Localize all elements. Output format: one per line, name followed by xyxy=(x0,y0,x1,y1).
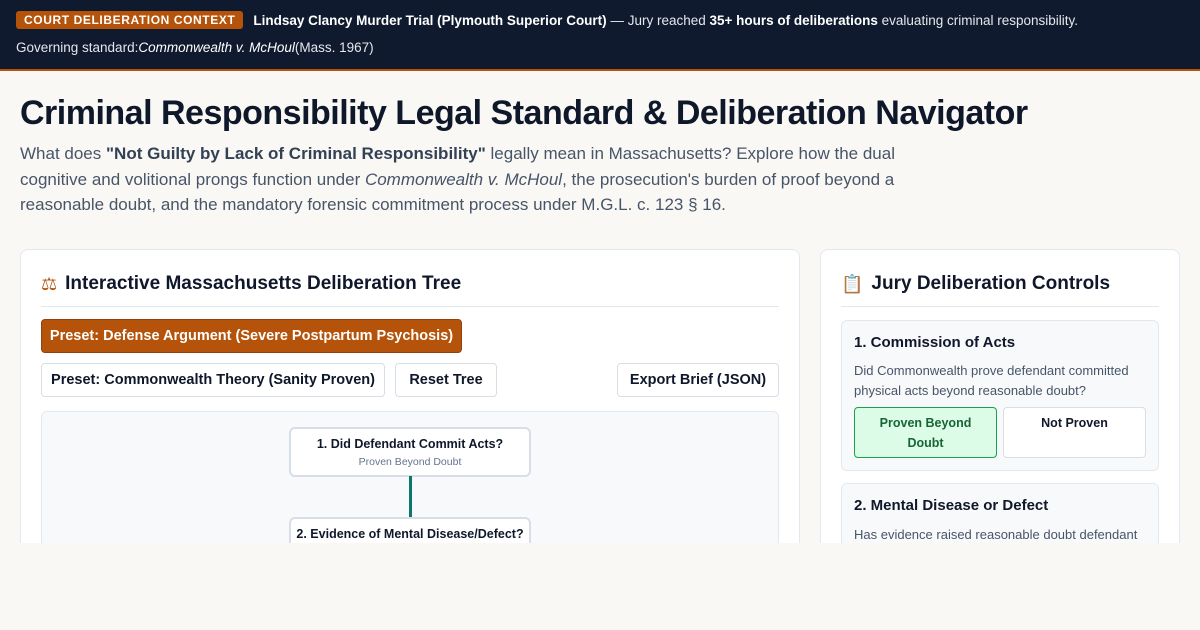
jury-controls-panel: 📋 Jury Deliberation Controls 1. Commissi… xyxy=(820,249,1180,603)
tree-node-acts[interactable]: 1. Did Defendant Commit Acts? Proven Bey… xyxy=(289,427,531,477)
reset-tree-button[interactable]: Reset Tree xyxy=(395,363,497,397)
tree-panel-header: ⚖ Interactive Massachusetts Deliberation… xyxy=(41,270,779,307)
page-title: Criminal Responsibility Legal Standard &… xyxy=(20,94,1028,132)
question-commission-of-acts: 1. Commission of Acts Did Commonwealth p… xyxy=(841,320,1159,471)
export-brief-button[interactable]: Export Brief (JSON) xyxy=(617,363,779,397)
tree-panel-title: Interactive Massachusetts Deliberation T… xyxy=(65,273,462,294)
context-badge: COURT DELIBERATION CONTEXT xyxy=(16,11,244,29)
controls-panel-title: Jury Deliberation Controls xyxy=(871,273,1111,294)
tree-connector xyxy=(409,476,412,518)
not-proven-option[interactable]: Not Proven xyxy=(1003,407,1146,458)
standard-case: Commonwealth v. McHoul xyxy=(138,39,295,55)
tree-node-status: Proven Beyond Doubt xyxy=(358,456,462,468)
context-banner: COURT DELIBERATION CONTEXT Lindsay Clanc… xyxy=(0,0,1200,71)
page-bottom-area xyxy=(0,543,1200,630)
deliberation-hours: 35+ hours of deliberations xyxy=(709,12,878,28)
proven-beyond-doubt-option[interactable]: Proven Beyond Doubt xyxy=(854,407,997,458)
trial-title: Lindsay Clancy Murder Trial (Plymouth Su… xyxy=(253,12,607,28)
preset-defense-button[interactable]: Preset: Defense Argument (Severe Postpar… xyxy=(41,319,462,353)
preset-commonwealth-button[interactable]: Preset: Commonwealth Theory (Sanity Prov… xyxy=(41,363,385,397)
deliberation-tree-panel: ⚖ Interactive Massachusetts Deliberation… xyxy=(20,249,800,591)
controls-panel-header: 📋 Jury Deliberation Controls xyxy=(841,270,1159,307)
governing-standard: Governing standard: Commonwealth v. McHo… xyxy=(16,39,374,55)
scales-icon: ⚖ xyxy=(41,274,58,294)
page-intro: What does "Not Guilty by Lack of Crimina… xyxy=(20,144,895,214)
clipboard-icon: 📋 xyxy=(841,274,864,294)
banner-text: Lindsay Clancy Murder Trial (Plymouth Su… xyxy=(253,12,1078,28)
